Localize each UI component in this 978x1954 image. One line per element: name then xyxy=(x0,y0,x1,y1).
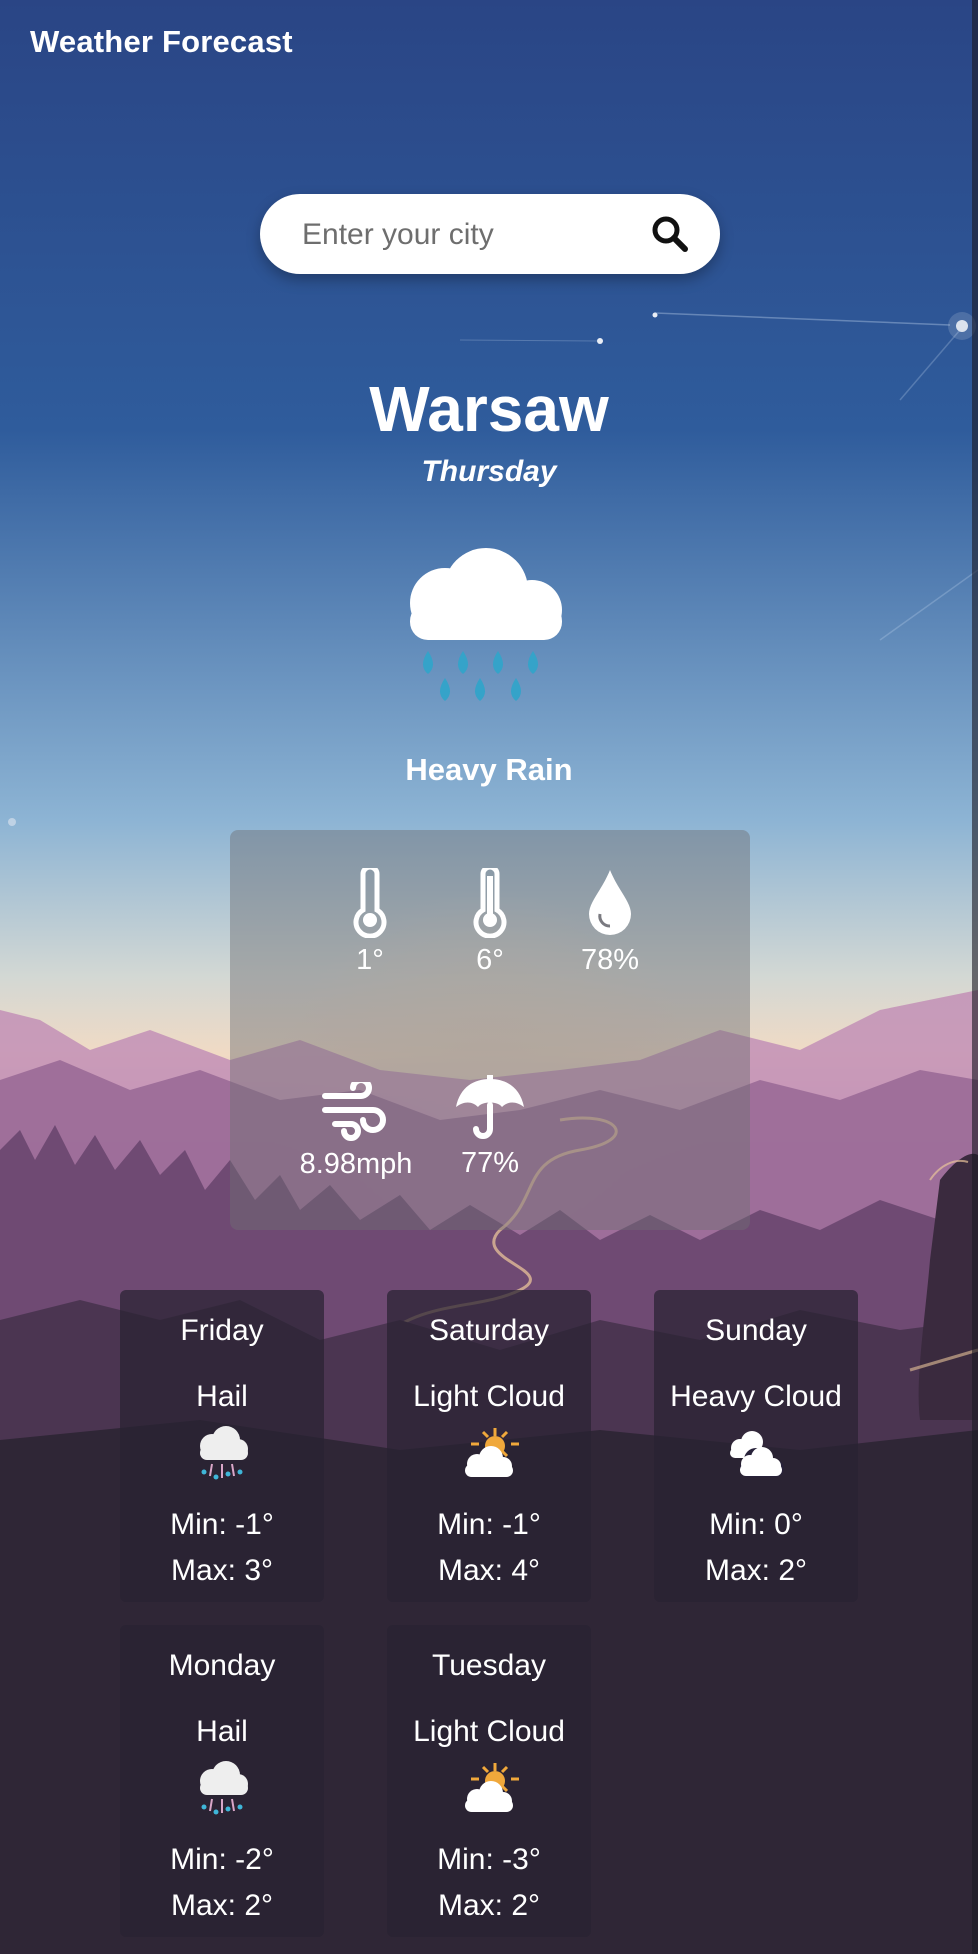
hail-icon xyxy=(200,1761,248,1815)
forecast-day: Friday xyxy=(180,1314,264,1347)
forecast-day: Monday xyxy=(168,1649,276,1682)
forecast-min: Min: -2° xyxy=(170,1843,274,1876)
heavy-rain-icon xyxy=(410,548,562,701)
city-name: Warsaw xyxy=(369,373,609,445)
forecast-max: Max: 2° xyxy=(704,1554,808,1587)
forecast-condition: Heavy Cloud xyxy=(670,1380,842,1413)
current-condition: Heavy Rain xyxy=(405,752,573,787)
humidity-drop-icon xyxy=(589,870,631,935)
heavy-cloud-icon xyxy=(730,1431,784,1477)
current-day: Thursday xyxy=(421,455,557,488)
forecast-day: Tuesday xyxy=(432,1649,546,1682)
precipitation-metric: 77% xyxy=(415,1075,565,1180)
forecast-min: Min: 0° xyxy=(709,1508,803,1541)
hail-icon xyxy=(200,1426,248,1480)
city-search-input[interactable] xyxy=(300,194,644,276)
umbrella-icon xyxy=(456,1075,524,1139)
forecast-max: Max: 4° xyxy=(437,1554,541,1587)
precipitation-value: 77% xyxy=(460,1147,520,1179)
humidity-metric: 78% xyxy=(535,868,685,977)
forecast-min: Min: -3° xyxy=(437,1843,541,1876)
forecast-card-sunday[interactable]: Sunday Heavy Cloud Min: 0° Max: 2° xyxy=(654,1290,858,1602)
forecast-card-friday[interactable]: Friday Hail Min: -1° Max: 3° xyxy=(120,1290,324,1602)
humidity-value: 78% xyxy=(580,944,640,976)
forecast-min: Min: -1° xyxy=(437,1508,541,1541)
wind-value: 8.98mph xyxy=(299,1148,413,1180)
forecast-max: Max: 3° xyxy=(170,1554,274,1587)
light-cloud-icon xyxy=(465,1763,519,1812)
search-bar xyxy=(260,194,720,276)
forecast-condition: Light Cloud xyxy=(413,1380,565,1413)
wind-icon xyxy=(322,1082,386,1141)
forecast-day: Sunday xyxy=(705,1314,807,1347)
app-title: Weather Forecast xyxy=(30,24,293,59)
search-icon xyxy=(652,216,688,252)
thermometer-high-icon xyxy=(473,868,507,938)
forecast-max: Max: 2° xyxy=(437,1889,541,1922)
forecast-day: Saturday xyxy=(428,1314,550,1347)
wind-metric: 8.98mph xyxy=(281,1082,431,1181)
forecast-max: Max: 2° xyxy=(170,1889,274,1922)
forecast-condition: Hail xyxy=(196,1380,248,1413)
forecast-card-tuesday[interactable]: Tuesday Light Cloud Min: -3° Max: 2° xyxy=(387,1625,591,1937)
forecast-condition: Light Cloud xyxy=(413,1715,565,1748)
light-cloud-icon xyxy=(465,1428,519,1477)
current-details-panel: 1° 6° 78% 8.98mph 77% xyxy=(230,830,750,1230)
thermometer-low-icon xyxy=(353,868,387,938)
forecast-condition: Hail xyxy=(196,1715,248,1748)
forecast-card-monday[interactable]: Monday Hail Min: -2° Max: 2° xyxy=(120,1625,324,1937)
search-button[interactable] xyxy=(648,212,692,256)
forecast-card-saturday[interactable]: Saturday Light Cloud Min: -1° Max: 4° xyxy=(387,1290,591,1602)
forecast-min: Min: -1° xyxy=(170,1508,274,1541)
